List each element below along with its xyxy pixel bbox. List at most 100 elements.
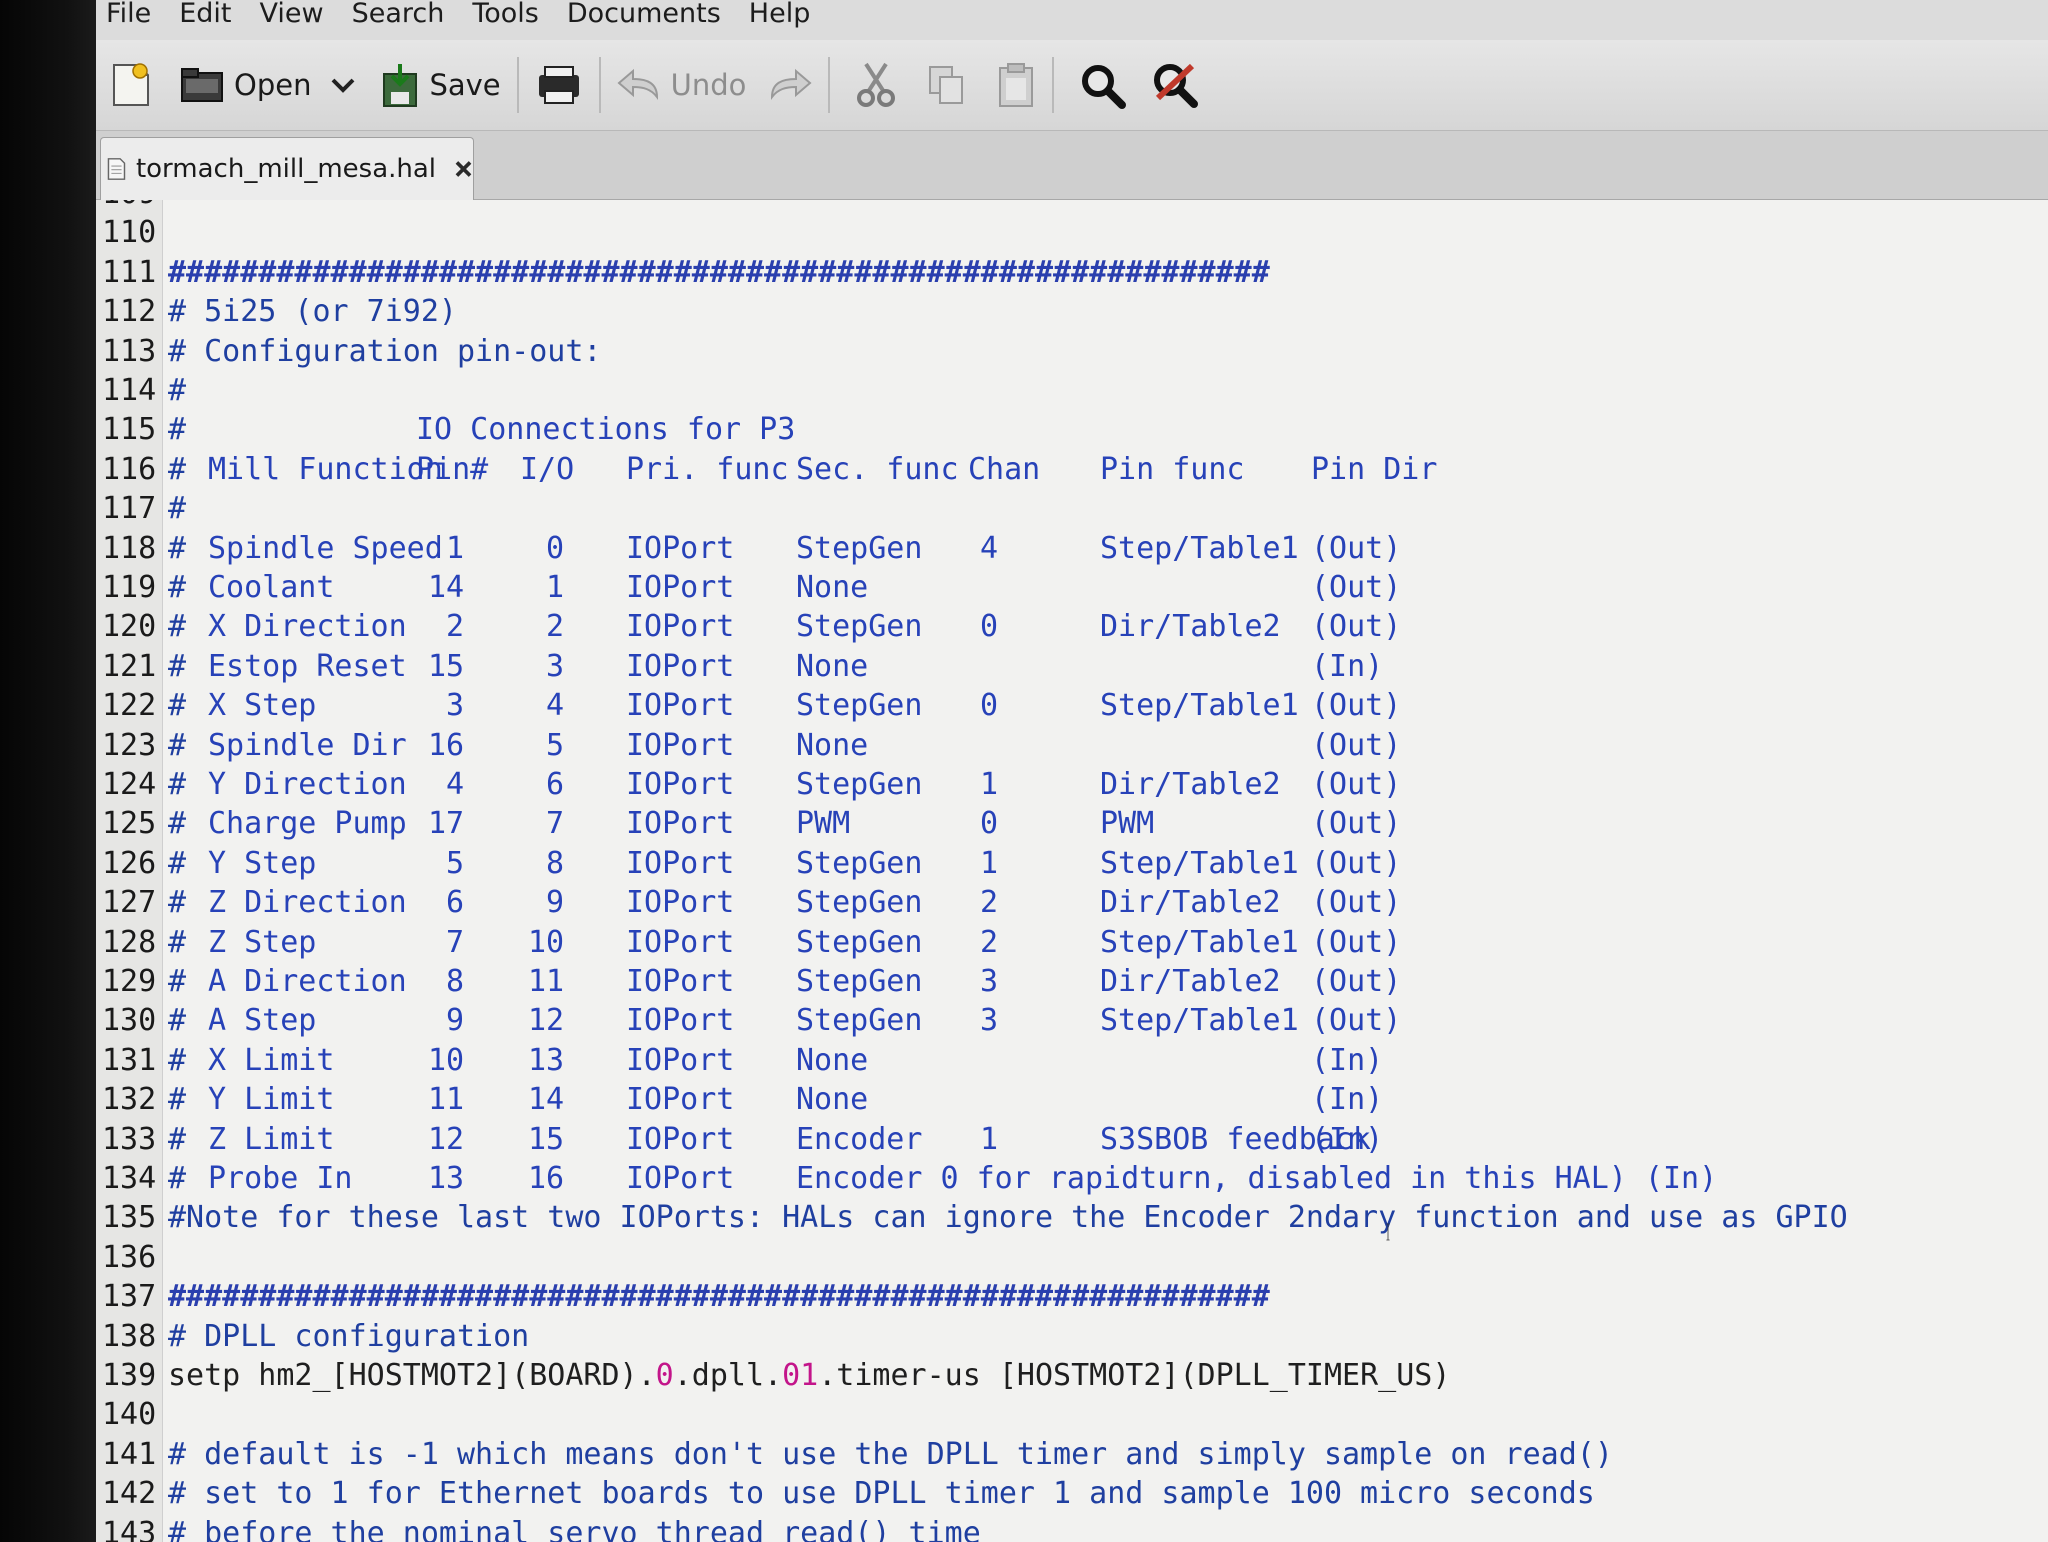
tab-tormach-mill-mesa[interactable]: tormach_mill_mesa.hal [100,137,474,200]
code-text: # 5i25 (or 7i92) [168,294,457,330]
line-number: 132 [102,1082,157,1118]
find-replace-button[interactable] [1150,50,1200,120]
code-token: .timer-us [HOSTMOT2](DPLL_TIMER_US) [818,1358,1451,1393]
redo-icon [771,68,812,101]
line-number: 114 [102,373,157,408]
line-number: 112 [102,294,157,330]
line-number: 119 [102,570,157,605]
menu-help[interactable]: Help [749,0,811,29]
code-text: #Note for these last two IOPorts: HALs c… [168,1200,1848,1236]
redo-button[interactable] [768,50,812,120]
open-label: Open [234,68,312,102]
new-document-button[interactable] [110,50,152,120]
paste-button[interactable] [996,50,1036,120]
find-replace-icon [1154,63,1199,108]
table-cell-sec: PWM [796,806,851,842]
table-cell-chan: 0 [980,688,999,724]
code-line: 131 # [96,1041,2048,1080]
table-cell-pin: 14 [428,570,465,605]
table-cell-pinfunc: Dir/Table2 [1100,885,1281,921]
table-cell-dir: (In) [1311,1082,1384,1118]
cut-button[interactable] [856,50,896,120]
code-text: # default is -1 which means don't use th… [168,1436,1613,1472]
table-cell-func: Charge Pump [208,806,407,842]
table-cell-pri: IOPort [626,570,735,605]
table-cell-pin: 3 [446,688,465,724]
tab-title: tormach_mill_mesa.hal [135,154,437,184]
table-cell-pinfunc: Dir/Table2 [1100,609,1281,645]
menu-documents[interactable]: Documents [567,0,721,29]
table-cell-pri: IOPort [626,806,735,842]
table-cell-func: Spindle Speed [208,530,443,566]
menu-edit[interactable]: Edit [179,0,231,29]
line-number: 131 [102,1042,157,1078]
code-token: 0 [655,1358,674,1393]
table-cell-func: A Direction [208,964,407,999]
copy-icon [929,66,964,104]
line-number: 122 [102,688,157,724]
open-button[interactable]: Open [180,50,357,120]
menu-search[interactable]: Search [352,0,445,29]
table-cell-pri: IOPort [626,1003,735,1039]
table-cell-func: Spindle Dir [208,727,407,763]
table-cell-dir: (In) [1311,1121,1384,1157]
table-cell-func: Z Limit [208,1121,335,1157]
menu-view[interactable]: View [259,0,323,29]
copy-button[interactable] [926,50,966,120]
line-number: 111 [102,254,157,290]
table-cell-func: Z Direction [208,885,407,921]
table-cell-pin: 4 [446,767,465,802]
table-cell-func: A Step [208,1003,317,1039]
table-cell-dir: (Out) [1311,845,1402,881]
table-cell-pin: 6 [446,885,465,921]
table-cell-sec: None [796,1082,869,1118]
search-icon [1082,65,1127,109]
line-number: 130 [102,1003,157,1039]
table-cell-func: Coolant [208,570,335,605]
table-cell-dir: (Out) [1311,570,1402,605]
code-text: # [168,845,187,881]
col-chan-header: Chan [968,451,1041,487]
toolbar-separator [598,57,601,113]
table-cell-sec: StepGen [796,688,923,724]
code-line: 137 #####################################… [96,1277,2048,1316]
table-cell-pin: 1 [446,530,465,566]
table-cell-io: 1 [546,570,565,605]
table-cell-io: 2 [546,609,565,645]
menu-tools[interactable]: Tools [472,0,539,29]
table-cell-chan: 0 [980,806,999,842]
table-cell-pin: 12 [428,1121,465,1157]
code-text: # Configuration pin-out: [168,333,602,369]
code-text: # [168,1121,187,1157]
table-cell-sec: None [796,648,869,684]
line-number: 142 [102,1476,157,1512]
chevron-down-icon[interactable] [329,75,357,95]
line-number: 113 [102,333,157,369]
code-text: # [168,1161,187,1196]
table-cell-pri: IOPort [626,727,735,763]
line-number: 118 [102,530,157,566]
print-button[interactable] [535,50,583,120]
table-cell-func: Y Direction [208,767,407,802]
open-folder-icon [181,68,223,102]
code-text: # [168,373,187,408]
save-button[interactable]: Save [381,50,501,120]
menu-file[interactable]: File [106,0,151,29]
table-cell-pinfunc: Step/Table1 [1100,530,1299,566]
save-icon [383,64,418,107]
code-editor[interactable]: 109110111###############################… [96,200,2048,1542]
code-line: 141 # default is -1 which means don't use… [96,1435,2048,1474]
table-cell-chan: 1 [980,767,999,802]
table-cell-io: 15 [528,1121,565,1157]
table-cell-chan: 3 [980,964,999,999]
col-pri-func-header: Pri. func [626,451,789,487]
table-cell-pin: 16 [428,727,465,763]
table-cell-pri: IOPort [626,767,735,802]
toolbar-separator [828,57,831,113]
table-cell-io: 10 [528,924,565,960]
line-number: 125 [102,806,157,842]
undo-button[interactable]: Undo [617,50,746,120]
find-button[interactable] [1078,50,1127,120]
close-icon[interactable] [454,156,473,182]
col-pin-dir-header: Pin Dir [1311,451,1438,487]
